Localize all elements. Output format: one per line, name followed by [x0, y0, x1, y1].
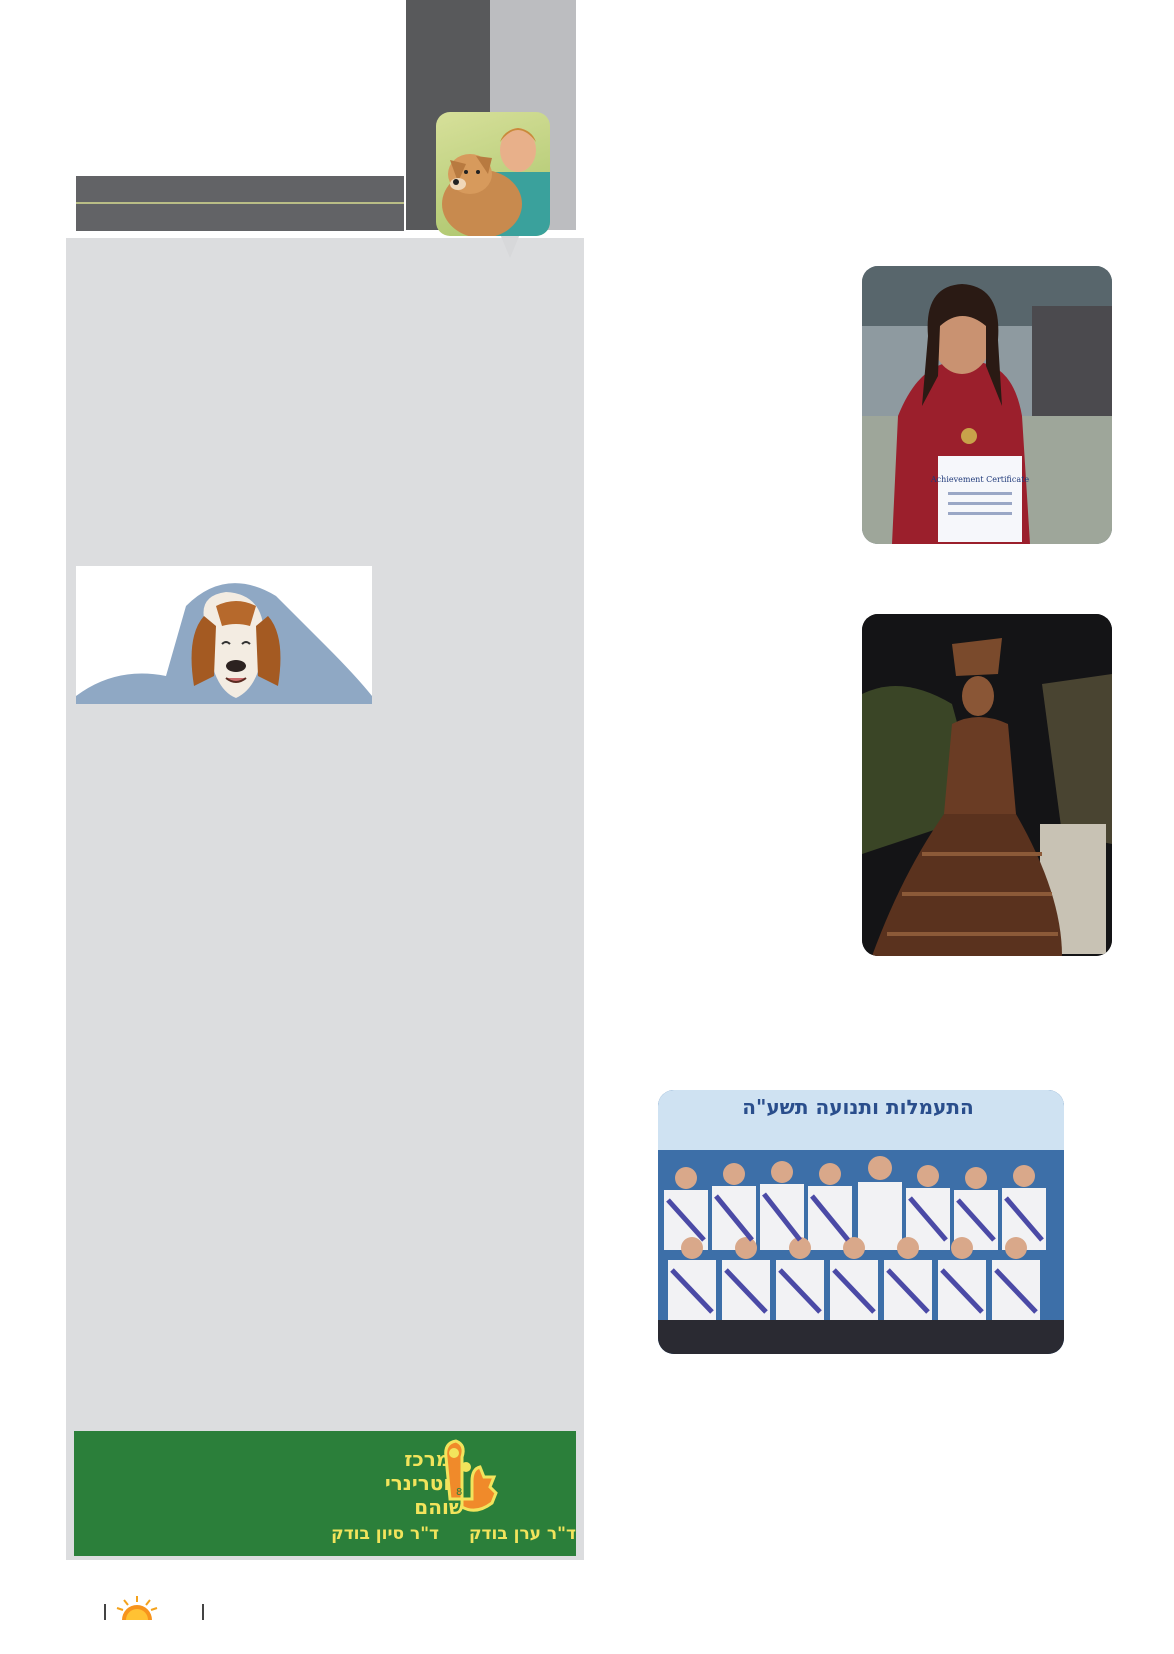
gymnastics-group-photo: התעמלות ותנועה תשע"ה [658, 1090, 1064, 1354]
article-column [66, 238, 584, 1560]
certificate-text: Achievement Certificate [930, 475, 1029, 484]
vet-portrait-photo [436, 112, 550, 236]
banner-text: התעמלות ותנועה תשע"ה [742, 1095, 974, 1119]
girl-certificate-photo: Achievement Certificate [862, 266, 1112, 544]
footer-divider [202, 1604, 204, 1620]
vet-center-ad: המרכז הוטרינרי שוהם 8 ד"ר ערן בודק ד"ר ס… [74, 1431, 576, 1556]
svg-text:8: 8 [456, 1487, 462, 1498]
doctor-name: ד"ר סיון בודק [331, 1524, 440, 1544]
vet-logo-icon: 8 [436, 1437, 504, 1521]
doctor-name: ד"ר ערן בודק [468, 1524, 576, 1544]
beagle-towel-photo [76, 566, 372, 704]
footer-divider [104, 1604, 106, 1620]
title-rule [76, 202, 404, 204]
speech-pointer [500, 234, 520, 258]
living-statue-photo [862, 614, 1112, 956]
ad-doctors: ד"ר ערן בודק ד"ר סיון בודק [314, 1524, 576, 1544]
title-band [76, 176, 404, 231]
sun-logo-icon [114, 1594, 160, 1622]
